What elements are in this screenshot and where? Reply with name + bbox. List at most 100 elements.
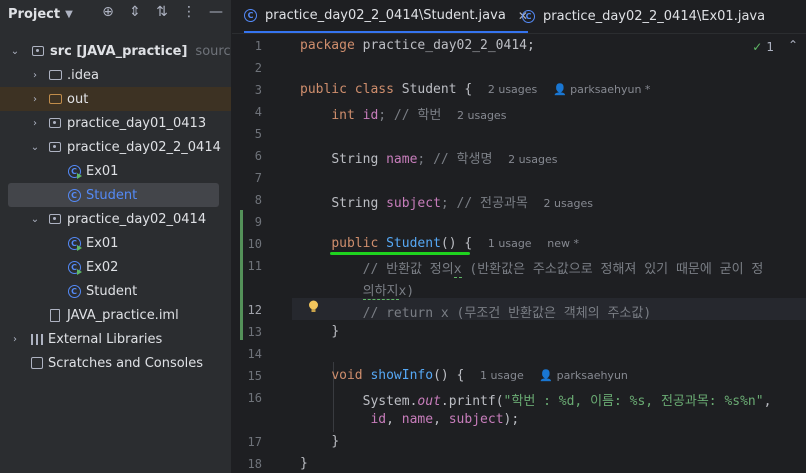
typo-marker[interactable]: x [453,262,462,278]
tree-item-label: Student [86,187,138,203]
author-hint[interactable]: 👤 parksaehyun [539,369,627,382]
tree-item-libraries[interactable]: › External Libraries [0,327,231,351]
line-number: 2 [254,61,262,75]
code-line-3: public class Student { 2 usages 👤 parksa… [300,82,650,97]
code-token: Student { [393,82,473,97]
code-token: Student [378,236,441,251]
chevron-right-icon[interactable]: › [30,94,40,105]
tree-item-package[interactable]: ⌄ practice_day02_0414 [0,207,231,231]
line-number: 6 [254,149,262,163]
folder-icon [48,92,62,106]
tree-item-scratches[interactable]: Scratches and Consoles [0,351,231,375]
tree-item-src[interactable]: ⌄ src [JAVA_practice] sources r [0,39,255,63]
code-token: .printf( [440,394,504,409]
code-token: id [354,108,379,123]
expand-all-icon[interactable]: ⇕ [128,4,142,20]
code-token: } [331,434,340,449]
usages-hint[interactable]: 2 usages [544,197,593,210]
code-line-5: int id; // 학번 2 usages [300,104,506,123]
comment-part: // 반환값 정의 [362,262,454,277]
typo-marker[interactable]: 의하지 [362,284,399,300]
tree-item-label: src [JAVA_practice] [50,43,188,59]
runnable-class-icon: C [67,164,82,179]
code-token: id [370,412,387,427]
tree-item-label: Ex02 [86,259,119,275]
code-comment: 의하지x) [362,284,415,300]
code-line-17: } [300,434,339,449]
code-token: public class [300,82,394,97]
code-token: name [401,412,434,427]
tree-item-class[interactable]: C Ex01 [0,231,231,255]
usages-hint[interactable]: 1 usage [480,369,524,382]
library-icon [30,332,44,346]
tree-item-class[interactable]: C Ex02 [0,255,231,279]
locate-icon[interactable]: ⊕ [101,4,115,20]
project-panel: Project ▼ ⊕ ⇕ ⇅ ⋮ — ⌄ src [JAVA_practice… [0,0,255,473]
usages-hint[interactable]: 2 usages [508,153,557,166]
code-line-11-wrap: 의하지x) [300,280,415,300]
project-title: Project [8,6,61,22]
line-number: 5 [254,127,262,141]
line-number: 7 [254,171,262,185]
tree-item-label: Student [86,283,138,299]
line-number: 18 [247,457,262,471]
usages-hint[interactable]: 1 usage [488,237,532,250]
line-number: 8 [254,193,262,207]
vcs-change-marker[interactable] [240,210,243,340]
tree-item-out[interactable]: › out [0,87,231,111]
tree-item-label: Scratches and Consoles [48,355,204,371]
code-token: ); [503,412,520,427]
tree-item-package[interactable]: ⌄ practice_day02_2_0414 [0,135,231,159]
code-line-9: String subject; // 전공과목 2 usages [300,192,593,211]
code-comment: ; // 학번 [378,108,442,123]
module-file-icon [48,308,62,322]
comment-part: x) [398,284,415,299]
author-hint[interactable]: 👤 parksaehyun * [553,83,650,96]
tree-item-class-selected[interactable]: C Student [8,183,219,207]
tab-student-java[interactable]: C practice_day02_2_0414\Student.java ✕ [244,0,528,33]
code-editor[interactable]: package practice_day02_2_0414; public cl… [300,34,806,473]
tab-label: practice_day02_2_0414\Student.java [265,8,506,23]
author-hint[interactable]: new * [547,237,579,250]
tree-item-label: practice_day02_0414 [67,211,207,227]
hide-icon[interactable]: — [209,4,223,20]
usages-hint[interactable]: 2 usages [488,83,537,96]
highlight-underline [330,252,470,255]
chevron-right-icon[interactable]: › [10,334,20,345]
line-number: 14 [247,347,262,361]
code-token: } [331,324,340,339]
line-number: 1 [254,39,262,53]
tree-item-package[interactable]: › practice_day01_0413 [0,111,231,135]
line-number: 15 [247,369,262,383]
tree-item-label: JAVA_practice.iml [67,307,179,323]
code-string: "학번 : %d, 이름: %s, 전공과목: %s%n" [503,394,764,409]
line-number: 11 [247,259,262,273]
tab-label: practice_day02_2_0414\Ex01.java [543,9,766,24]
author-name: parksaehyun [556,369,628,382]
code-line-16: System.out.printf("학번 : %d, 이름: %s, 전공과목… [300,390,772,409]
code-comment: // 반환값 정의x (반환값은 주소값으로 정해져 있기 때문에 굳이 정 [362,262,763,278]
chevron-down-icon[interactable]: ⌄ [30,214,40,225]
runnable-class-icon: C [67,236,82,251]
folder-icon [48,68,62,82]
chevron-right-icon[interactable]: › [30,118,40,129]
tree-item-label: .idea [67,67,99,83]
module-folder-icon [31,44,45,58]
tab-ex01-java[interactable]: C practice_day02_2_0414\Ex01.java [522,0,765,33]
code-token: name [378,152,418,167]
usages-hint[interactable]: 2 usages [457,109,506,122]
chevron-down-icon[interactable]: ⌄ [10,46,20,57]
line-number: 9 [254,215,262,229]
project-tree: ⌄ src [JAVA_practice] sources r › .idea ›… [0,39,255,375]
collapse-all-icon[interactable]: ⇅ [155,4,169,20]
tree-item-class[interactable]: C Ex01 [0,159,231,183]
options-icon[interactable]: ⋮ [182,4,196,20]
chevron-down-icon[interactable]: ⌄ [30,142,40,153]
chevron-right-icon[interactable]: › [30,70,40,81]
tree-item-idea[interactable]: › .idea [0,63,231,87]
tree-item-file[interactable]: JAVA_practice.iml [0,303,231,327]
code-token: , [433,412,449,427]
editor-tabbar: C practice_day02_2_0414\Student.java ✕ C… [232,0,806,34]
tree-item-class[interactable]: C Student [0,279,231,303]
code-token: public [331,236,379,251]
